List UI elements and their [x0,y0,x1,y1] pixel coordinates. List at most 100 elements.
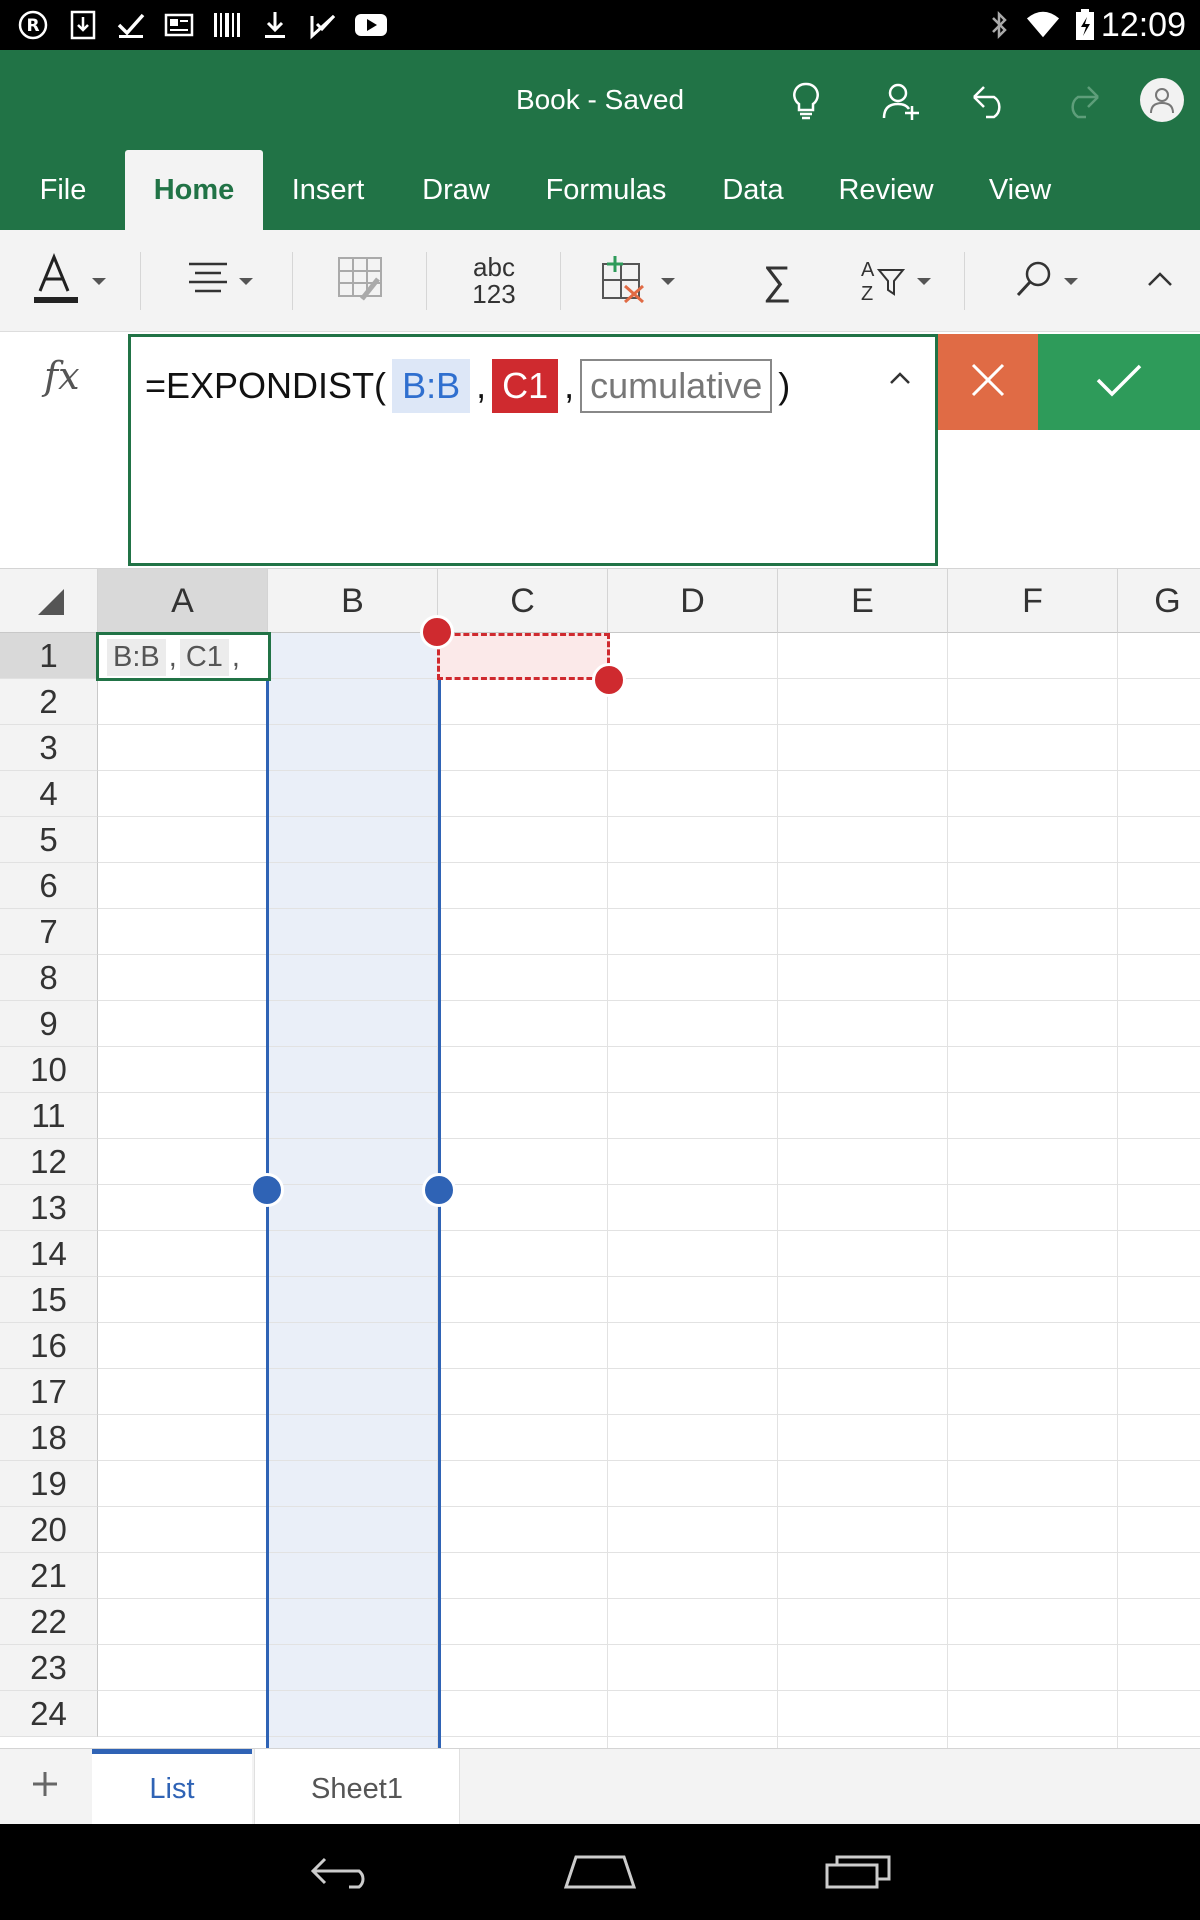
row-header-8[interactable]: 8 [0,955,98,1001]
column-header-e[interactable]: E [778,569,948,633]
number-format-button[interactable]: abc 123 [458,248,530,314]
account-avatar-icon[interactable] [1140,78,1184,122]
check-icon [114,9,148,41]
lightbulb-icon[interactable] [778,76,834,126]
row-gridline [98,1046,1200,1047]
row-gridline [98,816,1200,817]
row-gridline [98,1276,1200,1277]
add-sheet-button[interactable] [20,1761,70,1811]
referenced-cell-c1[interactable] [437,633,610,680]
row-header-14[interactable]: 14 [0,1231,98,1277]
font-color-button[interactable] [26,248,112,314]
format-painter-button[interactable] [326,248,396,314]
column-header-c[interactable]: C [438,569,608,633]
cell-token: C1 [179,638,229,676]
reference-handle-top[interactable] [420,615,454,649]
row-header-20[interactable]: 20 [0,1507,98,1553]
collapse-ribbon-button[interactable] [1140,248,1180,314]
formula-arg-placeholder[interactable]: cumulative [580,359,773,413]
selection-handle-right[interactable] [422,1173,456,1207]
row-gridline [98,1552,1200,1553]
confirm-formula-button[interactable] [1038,334,1200,430]
column-header-a[interactable]: A [98,569,268,633]
row-gridline [98,954,1200,955]
reference-handle-bottom[interactable] [592,663,626,697]
sort-filter-button[interactable]: AZ [852,248,938,314]
back-button[interactable] [304,1848,384,1898]
search-icon [1014,259,1054,304]
formula-text[interactable]: =EXPONDIST( B:B , C1 , cumulative ) [145,353,790,419]
column-header-b[interactable]: B [268,569,438,633]
row-gridline [98,1092,1200,1093]
close-icon [970,362,1006,403]
row-gridline [98,724,1200,725]
row-header-3[interactable]: 3 [0,725,98,771]
row-header-10[interactable]: 10 [0,1047,98,1093]
row-header-7[interactable]: 7 [0,909,98,955]
document-title[interactable]: Book - Saved [0,84,1200,116]
table-style-icon [336,255,386,308]
row-gridline [98,770,1200,771]
row-header-2[interactable]: 2 [0,679,98,725]
spreadsheet-grid[interactable]: ABCDEFG 1 2 3 4 5 6 7 8 9 10 11 12 13 14 15 16 17 18 19 20 2… [0,568,1200,1748]
sheet-tabs-bar: List Sheet1 [0,1748,1200,1824]
recents-button[interactable] [818,1848,898,1898]
formula-suffix: ) [778,365,791,406]
row-header-24[interactable]: 24 [0,1691,98,1737]
formula-input[interactable]: =EXPONDIST( B:B , C1 , cumulative ) [128,334,938,566]
sort-filter-icon: AZ [859,254,907,309]
tab-view[interactable]: View [972,150,1068,230]
column-header-d[interactable]: D [608,569,778,633]
row-header-12[interactable]: 12 [0,1139,98,1185]
undo-icon[interactable] [962,76,1018,126]
row-gridline [98,1414,1200,1415]
function-icon[interactable]: fx [44,354,80,398]
row-header-22[interactable]: 22 [0,1599,98,1645]
select-all-icon [38,589,64,615]
row-header-18[interactable]: 18 [0,1415,98,1461]
svg-text:A: A [861,259,875,281]
row-header-4[interactable]: 4 [0,771,98,817]
cancel-formula-button[interactable] [938,334,1038,430]
redo-icon[interactable] [1054,76,1110,126]
formula-arg-range[interactable]: B:B [392,359,471,413]
tab-formulas[interactable]: Formulas [534,150,678,230]
row-header-5[interactable]: 5 [0,817,98,863]
task-check-icon [306,9,340,41]
sheet-tab-sheet1[interactable]: Sheet1 [254,1749,460,1824]
tab-data[interactable]: Data [708,150,798,230]
recents-icon [823,1851,893,1896]
column-header-g[interactable]: G [1118,569,1200,633]
collapse-formula-icon[interactable] [889,371,911,390]
tab-draw[interactable]: Draw [406,150,506,230]
share-person-icon[interactable] [873,76,929,126]
selection-handle-left[interactable] [250,1173,284,1207]
find-button[interactable] [1008,248,1084,314]
row-header-17[interactable]: 17 [0,1369,98,1415]
row-header-1[interactable]: 1 [0,633,98,679]
row-header-21[interactable]: 21 [0,1553,98,1599]
row-header-13[interactable]: 13 [0,1185,98,1231]
back-arrow-icon [309,1851,379,1896]
row-header-16[interactable]: 16 [0,1323,98,1369]
row-header-11[interactable]: 11 [0,1093,98,1139]
select-all-corner[interactable] [0,569,98,633]
row-header-9[interactable]: 9 [0,1001,98,1047]
formula-prefix: =EXPONDIST( [145,365,387,406]
row-header-23[interactable]: 23 [0,1645,98,1691]
tab-review[interactable]: Review [828,150,944,230]
cell-token: B:B [107,638,166,676]
row-header-19[interactable]: 19 [0,1461,98,1507]
row-header-6[interactable]: 6 [0,863,98,909]
tab-file[interactable]: File [20,150,106,230]
autosum-button[interactable]: ∑ [752,248,802,314]
tab-insert[interactable]: Insert [278,150,378,230]
align-button[interactable] [180,248,260,314]
home-button[interactable] [560,1848,640,1898]
column-header-f[interactable]: F [948,569,1118,633]
sheet-tab-list[interactable]: List [92,1749,252,1824]
tab-home[interactable]: Home [125,150,263,230]
insert-delete-cells-button[interactable] [596,248,678,314]
row-header-15[interactable]: 15 [0,1277,98,1323]
formula-arg-cell[interactable]: C1 [492,359,559,413]
